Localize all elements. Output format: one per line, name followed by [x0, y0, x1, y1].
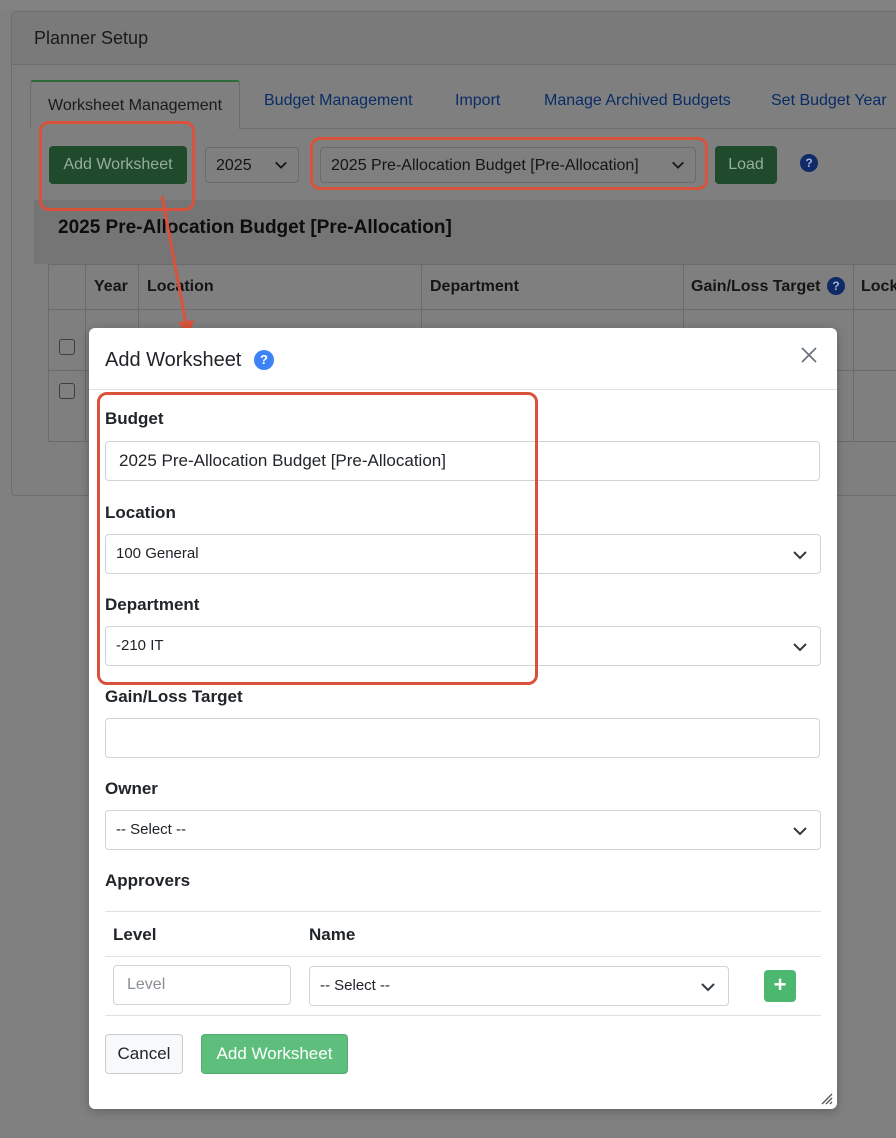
section-header: 2025 Pre-Allocation Budget [Pre-Allocati…	[34, 200, 896, 264]
approvers-label: Approvers	[105, 871, 191, 890]
tab-import[interactable]: Import	[455, 92, 500, 110]
tab-set-budget-year[interactable]: Set Budget Year	[771, 92, 887, 110]
approvers-header-divider	[105, 956, 821, 957]
row-checkbox[interactable]	[59, 383, 75, 399]
approvers-header-name: Name	[309, 925, 356, 944]
approvers-header-level: Level	[113, 925, 157, 944]
card-header: Planner Setup	[12, 12, 896, 65]
chevron-down-icon	[793, 827, 807, 836]
load-button[interactable]: Load	[715, 146, 777, 184]
department-label: Department	[105, 595, 200, 614]
section-title: 2025 Pre-Allocation Budget [Pre-Allocati…	[58, 217, 452, 238]
approver-name-select[interactable]: -- Select --	[309, 966, 729, 1006]
location-select[interactable]: 100 General	[105, 534, 821, 574]
header-gain-loss-target: Gain/Loss Target	[691, 278, 821, 295]
year-select-value: 2025	[216, 157, 252, 174]
tab-bar: Worksheet Management Budget Management I…	[30, 80, 896, 129]
header-year: Year	[94, 278, 128, 295]
modal-title: Add Worksheet	[105, 349, 242, 371]
top-strip	[0, 0, 896, 10]
help-icon[interactable]: ?	[254, 350, 274, 370]
approvers-table-top-border	[105, 911, 821, 912]
chevron-down-icon	[275, 161, 287, 169]
approver-name-select-value: -- Select --	[320, 977, 391, 994]
year-select[interactable]: 2025	[205, 147, 299, 183]
card-title: Planner Setup	[34, 28, 149, 48]
location-select-value: 100 General	[116, 545, 199, 562]
gain-loss-target-input[interactable]	[105, 718, 820, 758]
close-icon[interactable]	[799, 345, 819, 365]
help-icon[interactable]: ?	[827, 277, 845, 295]
modal-header: Add Worksheet ?	[89, 328, 837, 390]
chevron-down-icon	[701, 983, 715, 992]
approver-level-input[interactable]: Level	[113, 965, 291, 1005]
tab-budget-management[interactable]: Budget Management	[264, 92, 413, 110]
owner-select-value: -- Select --	[116, 821, 187, 838]
gain-loss-target-label: Gain/Loss Target	[105, 687, 243, 706]
location-label: Location	[105, 503, 176, 522]
resize-grip-icon[interactable]	[819, 1091, 833, 1105]
add-worksheet-toolbar-button[interactable]: Add Worksheet	[49, 146, 187, 184]
budget-label: Budget	[105, 409, 164, 428]
department-select[interactable]: -210 IT	[105, 626, 821, 666]
approvers-table-bottom-border	[105, 1015, 821, 1016]
add-approver-button[interactable]: +	[764, 970, 796, 1002]
budget-select-value: 2025 Pre-Allocation Budget [Pre-Allocati…	[331, 157, 639, 174]
budget-select[interactable]: 2025 Pre-Allocation Budget [Pre-Allocati…	[320, 147, 696, 183]
cancel-button[interactable]: Cancel	[105, 1034, 183, 1074]
owner-label: Owner	[105, 779, 158, 798]
tab-worksheet-management[interactable]: Worksheet Management	[30, 80, 241, 129]
row-checkbox[interactable]	[59, 339, 75, 355]
department-select-value: -210 IT	[116, 637, 164, 654]
header-location: Location	[147, 278, 214, 295]
budget-field[interactable]: 2025 Pre-Allocation Budget [Pre-Allocati…	[105, 441, 820, 481]
chevron-down-icon	[793, 551, 807, 560]
add-worksheet-modal: Add Worksheet ? Budget 2025 Pre-Allocati…	[89, 328, 837, 1109]
chevron-down-icon	[793, 643, 807, 652]
tab-manage-archived-budgets[interactable]: Manage Archived Budgets	[544, 92, 731, 110]
header-lock: Lock	[861, 278, 896, 295]
owner-select[interactable]: -- Select --	[105, 810, 821, 850]
help-icon[interactable]: ?	[800, 154, 818, 172]
chevron-down-icon	[672, 161, 684, 169]
add-worksheet-submit-button[interactable]: Add Worksheet	[201, 1034, 348, 1074]
header-department: Department	[430, 278, 519, 295]
